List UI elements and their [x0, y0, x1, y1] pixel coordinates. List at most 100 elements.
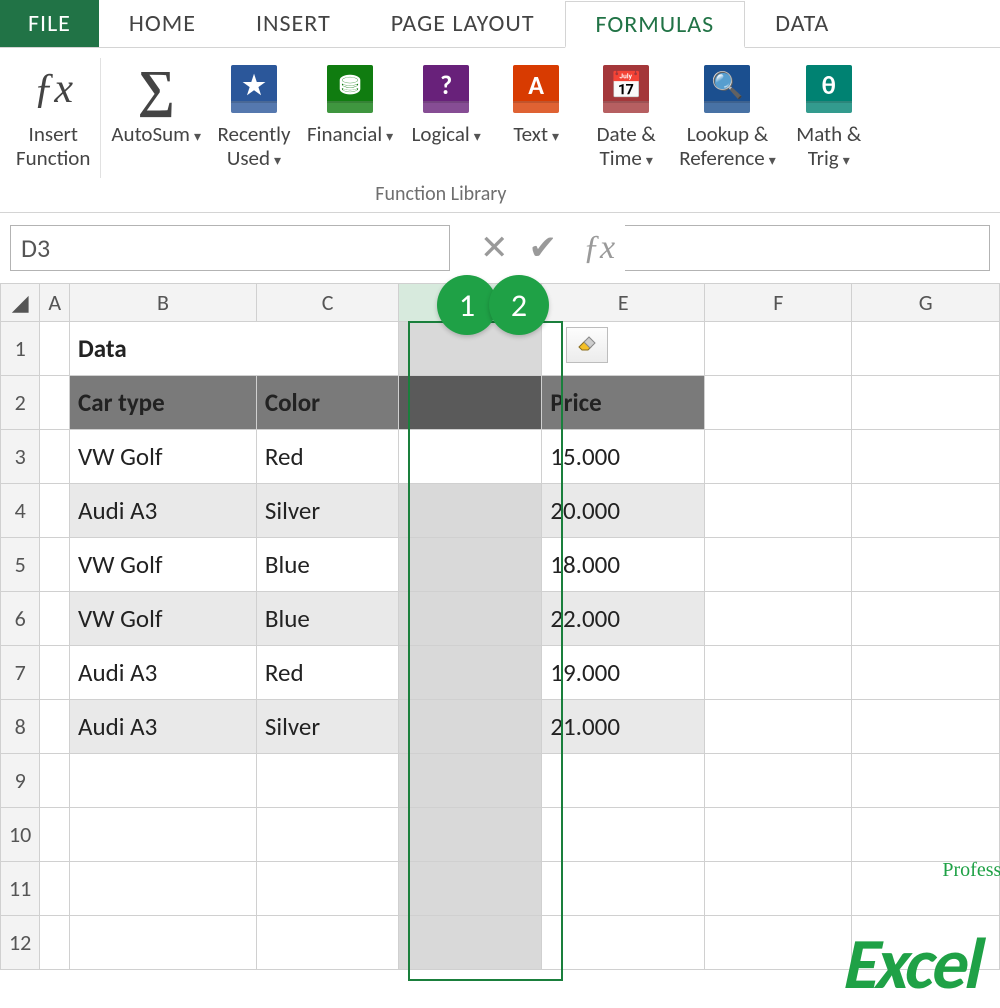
cancel-formula-icon: ✕ [480, 228, 509, 269]
financial-label: Financial [307, 122, 393, 146]
spreadsheet: ◢ A B C D E F G 1 Data 2 Car type Color … [0, 283, 1000, 970]
col-header-a[interactable]: A [40, 284, 70, 322]
step-badge-1: 1 [437, 275, 497, 335]
date-time-button[interactable]: 📅 Date & Time [581, 58, 671, 174]
recently-used-button[interactable]: ★ Recently Used [209, 58, 299, 174]
row-header-9[interactable]: 9 [1, 754, 40, 808]
cell-e3[interactable]: 15.000 [542, 430, 705, 484]
tab-page-layout[interactable]: PAGE LAYOUT [361, 0, 565, 47]
cell-c6[interactable]: Blue [256, 592, 398, 646]
group-function-library: ƒx Insert Function ∑ AutoSum ★ Recently … [8, 58, 874, 212]
date-time-label: Date & Time [597, 122, 656, 170]
watermark-word: Excel [846, 936, 982, 994]
header-car-type[interactable]: Car type [70, 376, 257, 430]
row-header-4[interactable]: 4 [1, 484, 40, 538]
tab-formulas[interactable]: FORMULAS [565, 1, 746, 48]
step-badge-2: 2 [489, 275, 549, 335]
row-header-10[interactable]: 10 [1, 808, 40, 862]
tab-file[interactable]: FILE [0, 0, 99, 47]
col-header-e[interactable]: E [542, 284, 705, 322]
col-header-f[interactable]: F [705, 284, 852, 322]
cell-c3[interactable]: Red [256, 430, 398, 484]
watermark: Professor Excel [846, 913, 982, 994]
cell-e6[interactable]: 22.000 [542, 592, 705, 646]
letter-a-book-icon: A [513, 65, 559, 113]
watermark-sub: Professor [942, 859, 1000, 882]
autosum-label: AutoSum [111, 122, 201, 146]
insert-options-button[interactable] [566, 327, 608, 363]
select-all-corner[interactable]: ◢ [1, 284, 40, 322]
cell-c4[interactable]: Silver [256, 484, 398, 538]
financial-button[interactable]: ⛃ Financial [299, 58, 401, 150]
question-book-icon: ? [423, 65, 469, 113]
tab-data[interactable]: DATA [745, 0, 859, 47]
recently-used-label: Recently Used [217, 122, 290, 170]
col-header-g[interactable]: G [852, 284, 1000, 322]
cell-d4[interactable] [399, 484, 542, 538]
fx-formula-icon[interactable]: ƒx [583, 229, 615, 267]
row-header-5[interactable]: 5 [1, 538, 40, 592]
calendar-book-icon: 📅 [603, 65, 649, 113]
tab-home[interactable]: HOME [99, 0, 226, 47]
name-box[interactable] [10, 225, 450, 271]
col-header-c[interactable]: C [256, 284, 398, 322]
header-color[interactable]: Color [256, 376, 398, 430]
theta-book-icon: θ [806, 65, 852, 113]
cell-c5[interactable]: Blue [256, 538, 398, 592]
magnifier-book-icon: 🔍 [704, 65, 750, 113]
autosum-button[interactable]: ∑ AutoSum [103, 58, 209, 150]
cell-d8[interactable] [399, 700, 542, 754]
coins-book-icon: ⛃ [327, 65, 373, 113]
cell-e4[interactable]: 20.000 [542, 484, 705, 538]
text-button[interactable]: A Text [491, 58, 581, 150]
math-trig-label: Math & Trig [796, 122, 861, 170]
cell-b6[interactable]: VW Golf [70, 592, 257, 646]
ribbon-tabs: FILE HOME INSERT PAGE LAYOUT FORMULAS DA… [0, 0, 1000, 48]
cell-e5[interactable]: 18.000 [542, 538, 705, 592]
row-header-12[interactable]: 12 [1, 916, 40, 970]
row-header-7[interactable]: 7 [1, 646, 40, 700]
formula-bar-row: ✕ ✔ ƒx [0, 213, 1000, 283]
logical-button[interactable]: ? Logical [401, 58, 491, 150]
row-header-11[interactable]: 11 [1, 862, 40, 916]
logical-label: Logical [412, 122, 481, 146]
cell-b3[interactable]: VW Golf [70, 430, 257, 484]
math-trig-button[interactable]: θ Math & Trig [784, 58, 874, 174]
lookup-reference-label: Lookup & Reference [679, 122, 776, 170]
row-header-6[interactable]: 6 [1, 592, 40, 646]
cell-b7[interactable]: Audi A3 [70, 646, 257, 700]
enter-formula-icon: ✔ [529, 228, 558, 269]
row-header-8[interactable]: 8 [1, 700, 40, 754]
cell-b8[interactable]: Audi A3 [70, 700, 257, 754]
cell-c7[interactable]: Red [256, 646, 398, 700]
header-price[interactable]: Price [542, 376, 705, 430]
cell-d3[interactable] [399, 430, 542, 484]
cell-c8[interactable]: Silver [256, 700, 398, 754]
row-header-1[interactable]: 1 [1, 322, 40, 376]
grid[interactable]: ◢ A B C D E F G 1 Data 2 Car type Color … [0, 283, 1000, 970]
formula-input[interactable] [625, 225, 990, 271]
cell-e7[interactable]: 19.000 [542, 646, 705, 700]
cell-b4[interactable]: Audi A3 [70, 484, 257, 538]
ribbon-formulas: ƒx Insert Function ∑ AutoSum ★ Recently … [0, 48, 1000, 213]
col-header-b[interactable]: B [70, 284, 257, 322]
tab-insert[interactable]: INSERT [226, 0, 361, 47]
cell-b5[interactable]: VW Golf [70, 538, 257, 592]
paintbrush-icon [575, 333, 599, 357]
lookup-reference-button[interactable]: 🔍 Lookup & Reference [671, 58, 784, 174]
row-header-3[interactable]: 3 [1, 430, 40, 484]
fx-icon: ƒx [33, 65, 73, 113]
row-header-2[interactable]: 2 [1, 376, 40, 430]
sigma-icon: ∑ [138, 60, 175, 119]
table-title[interactable]: Data [70, 322, 399, 376]
cell-d7[interactable] [399, 646, 542, 700]
insert-function-button[interactable]: ƒx Insert Function [8, 58, 98, 174]
function-library-group-label: Function Library [375, 178, 506, 212]
step-badges: 1 2 [445, 275, 549, 335]
cell-d6[interactable] [399, 592, 542, 646]
cell-d5[interactable] [399, 538, 542, 592]
text-label: Text [513, 122, 559, 146]
insert-function-label: Insert Function [16, 122, 90, 170]
header-inserted-col[interactable] [399, 376, 542, 430]
cell-e8[interactable]: 21.000 [542, 700, 705, 754]
